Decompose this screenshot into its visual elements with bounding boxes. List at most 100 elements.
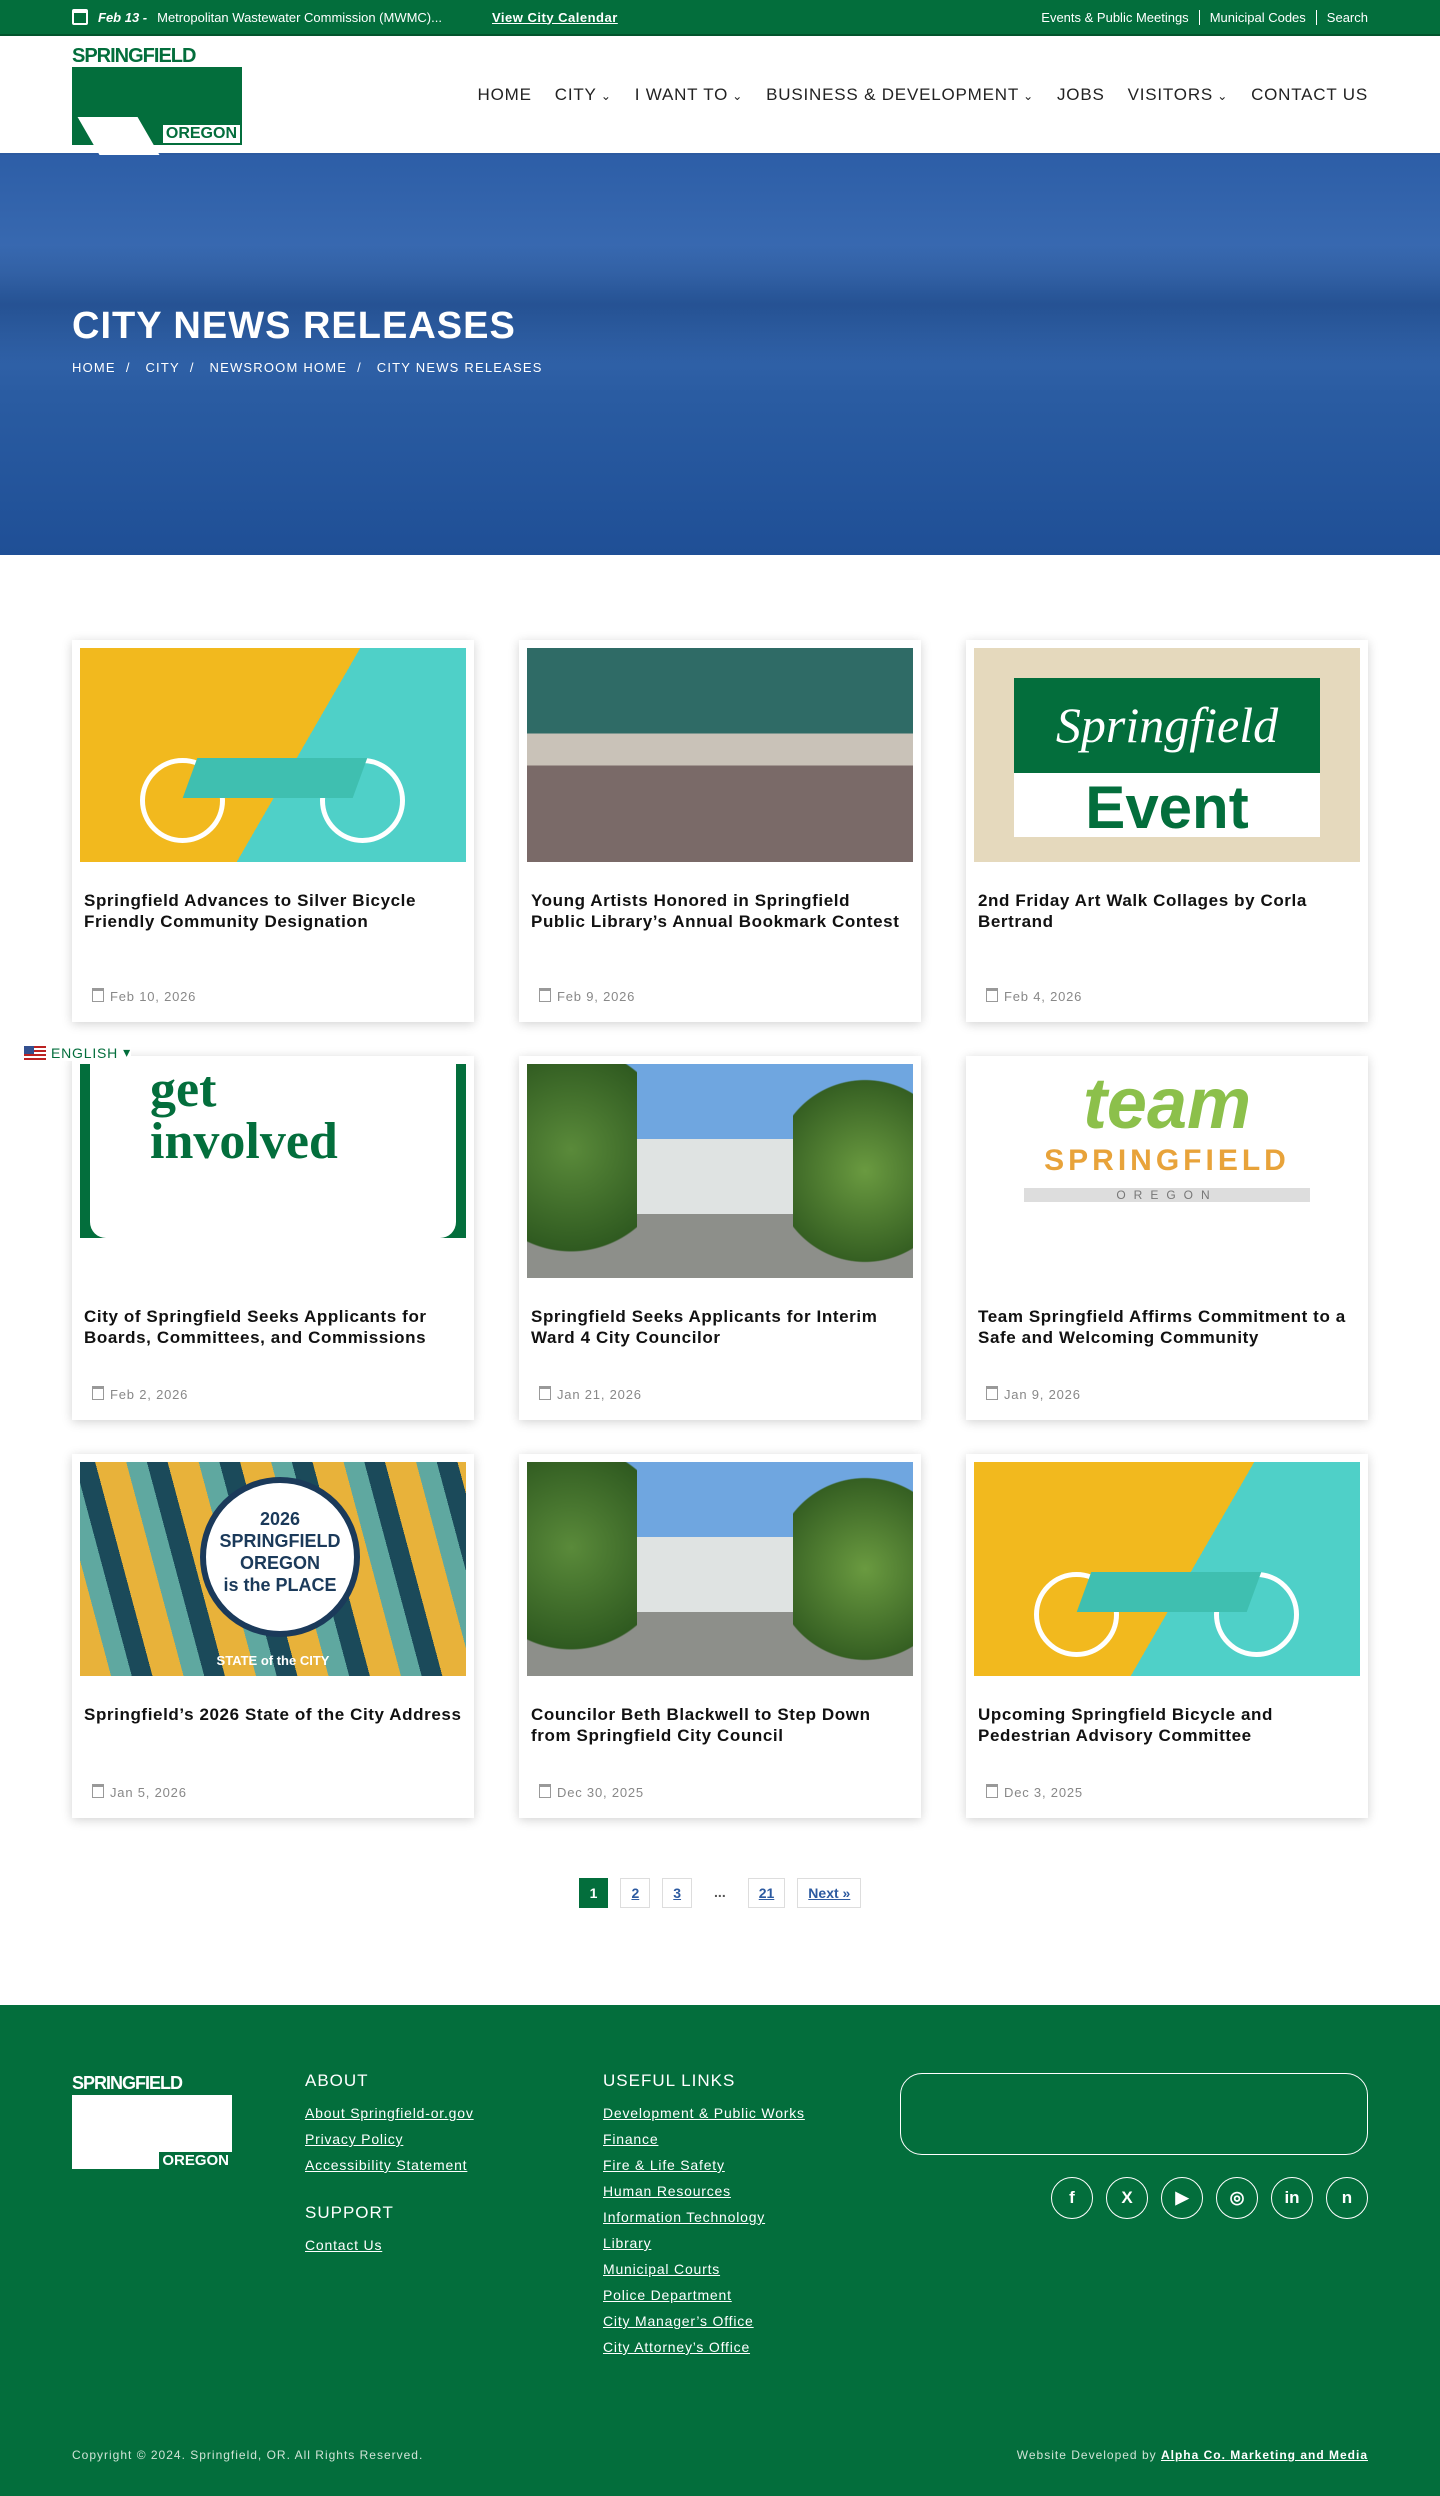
calendar-icon: [72, 9, 88, 25]
news-card-title[interactable]: Young Artists Honored in Springfield Pub…: [531, 890, 909, 932]
nav-i-want-to[interactable]: I WANT TO: [635, 85, 743, 105]
crumb-newsroom[interactable]: NEWSROOM HOME: [209, 360, 347, 375]
footer-link[interactable]: City Manager’s Office: [603, 2313, 805, 2329]
news-card-date: Jan 9, 2026: [986, 1386, 1081, 1402]
page-title: CITY NEWS RELEASES: [72, 305, 516, 347]
municipal-codes-link[interactable]: Municipal Codes: [1198, 9, 1316, 25]
news-card-image[interactable]: [527, 648, 913, 862]
view-calendar-link[interactable]: View City Calendar: [492, 10, 618, 25]
footer-link[interactable]: Police Department: [603, 2287, 805, 2303]
crumb-city[interactable]: CITY: [145, 360, 179, 375]
news-card-date: Feb 10, 2026: [92, 988, 196, 1004]
news-card[interactable]: 2026 SPRINGFIELD OREGON is the PLACE STATE o…: [72, 1454, 474, 1818]
developer-credit: Website Developed by Alpha Co. Marketing…: [1016, 2448, 1368, 2462]
nav-home[interactable]: HOME: [478, 85, 532, 105]
news-card[interactable]: Springfield Advances to Silver Bicycle F…: [72, 640, 474, 1022]
footer-link[interactable]: Human Resources: [603, 2183, 805, 2199]
footer-link[interactable]: Contact Us: [305, 2237, 474, 2253]
social-links: f X ▶ ◎ in n: [1051, 2177, 1368, 2219]
top-bar: Feb 13 - Metropolitan Wastewater Commiss…: [0, 0, 1440, 36]
hero-banner: CITY NEWS RELEASES HOME / CITY / NEWSROOM …: [0, 155, 1440, 555]
footer-link[interactable]: Information Technology: [603, 2209, 805, 2225]
site-header: SPRINGFIELD OREGON HOME CITY I WANT TO B…: [0, 36, 1440, 167]
news-card-image[interactable]: team SPRINGFIELD OREGON: [974, 1064, 1360, 1278]
footer-link[interactable]: Finance: [603, 2131, 805, 2147]
events-link[interactable]: Events & Public Meetings: [1031, 10, 1198, 25]
support-heading: SUPPORT: [305, 2203, 394, 2222]
news-card-date: Dec 30, 2025: [539, 1784, 644, 1800]
event-date: Feb 13 -: [98, 9, 148, 25]
news-card[interactable]: Springfield Event 2nd Friday Art Walk Coll…: [966, 640, 1368, 1022]
news-card-image[interactable]: get involved: [80, 1064, 466, 1278]
news-card-title[interactable]: Springfield Advances to Silver Bicycle F…: [84, 890, 462, 932]
copyright: Copyright © 2024. Springfield, OR. All R…: [72, 2448, 424, 2462]
news-card-image[interactable]: [527, 1064, 913, 1278]
news-card[interactable]: Upcoming Springfield Bicycle and Pedestr…: [966, 1454, 1368, 1818]
news-card-image[interactable]: [527, 1462, 913, 1676]
footer-logo[interactable]: SPRINGFIELD OREGON: [72, 2073, 232, 2169]
us-flag-icon: [24, 1045, 46, 1060]
news-card-image[interactable]: 2026 SPRINGFIELD OREGON is the PLACE STATE o…: [80, 1462, 466, 1676]
footer-link[interactable]: About Springfield-or.gov: [305, 2105, 474, 2121]
news-card-title[interactable]: Team Springfield Affirms Commitment to a…: [978, 1306, 1356, 1348]
language-selector[interactable]: ENGLISH ▾: [24, 1044, 131, 1061]
news-card-date: Feb 4, 2026: [986, 988, 1082, 1004]
news-card-title[interactable]: Springfield’s 2026 State of the City Add…: [84, 1704, 462, 1725]
useful-links-heading: USEFUL LINKS: [603, 2071, 736, 2090]
springfield-logo[interactable]: SPRINGFIELD OREGON: [72, 45, 242, 167]
language-label: ENGLISH: [51, 1044, 119, 1061]
page-current[interactable]: 1: [578, 1878, 609, 1908]
news-card-title[interactable]: City of Springfield Seeks Applicants for…: [84, 1306, 462, 1348]
footer-link[interactable]: Municipal Courts: [603, 2261, 805, 2277]
page-last[interactable]: 21: [747, 1878, 786, 1908]
news-card-title[interactable]: Springfield Seeks Applicants for Interim…: [531, 1306, 909, 1348]
news-card[interactable]: Councilor Beth Blackwell to Step Down fr…: [519, 1454, 921, 1818]
nav-contact[interactable]: CONTACT US: [1251, 85, 1368, 105]
footer: SPRINGFIELD OREGON ABOUT About Springfiel…: [0, 2005, 1440, 2496]
news-card[interactable]: get involved City of Springfield Seeks App…: [72, 1056, 474, 1420]
footer-link[interactable]: Privacy Policy: [305, 2131, 474, 2147]
footer-link[interactable]: Development & Public Works: [603, 2105, 805, 2121]
page-2[interactable]: 2: [620, 1878, 651, 1908]
footer-link[interactable]: Fire & Life Safety: [603, 2157, 805, 2173]
x-icon[interactable]: X: [1106, 2177, 1148, 2219]
linkedin-icon[interactable]: in: [1271, 2177, 1313, 2219]
news-card-date: Feb 9, 2026: [539, 988, 635, 1004]
news-card-date: Jan 5, 2026: [92, 1784, 187, 1800]
youtube-icon[interactable]: ▶: [1161, 2177, 1203, 2219]
main-nav: HOME CITY I WANT TO BUSINESS & DEVELOPME…: [478, 85, 1368, 105]
news-card-title[interactable]: Councilor Beth Blackwell to Step Down fr…: [531, 1704, 909, 1746]
search-link[interactable]: Search: [1315, 9, 1368, 25]
nav-business[interactable]: BUSINESS & DEVELOPMENT: [766, 85, 1034, 105]
footer-link[interactable]: Library: [603, 2235, 805, 2251]
footer-link[interactable]: City Attorney’s Office: [603, 2339, 805, 2355]
news-card-date: Dec 3, 2025: [986, 1784, 1083, 1800]
footer-link[interactable]: Accessibility Statement: [305, 2157, 474, 2173]
event-title[interactable]: Metropolitan Wastewater Commission (MWMC…: [157, 10, 442, 25]
breadcrumb: HOME / CITY / NEWSROOM HOME / CITY NEWS REL…: [72, 360, 543, 375]
crumb-home[interactable]: HOME: [72, 360, 116, 375]
nextdoor-icon[interactable]: n: [1326, 2177, 1368, 2219]
nav-visitors[interactable]: VISITORS: [1128, 85, 1228, 105]
pagination: 1 2 3 ... 21 Next »: [0, 1878, 1440, 1908]
facebook-icon[interactable]: f: [1051, 2177, 1093, 2219]
page-3[interactable]: 3: [662, 1878, 693, 1908]
footer-search-box[interactable]: [900, 2073, 1368, 2155]
news-card-image[interactable]: [80, 648, 466, 862]
instagram-icon[interactable]: ◎: [1216, 2177, 1258, 2219]
next-page[interactable]: Next »: [797, 1878, 862, 1908]
crumb-current: CITY NEWS RELEASES: [376, 360, 543, 375]
developer-link[interactable]: Alpha Co. Marketing and Media: [1161, 2448, 1368, 2462]
news-card[interactable]: Young Artists Honored in Springfield Pub…: [519, 640, 921, 1022]
nav-city[interactable]: CITY: [555, 85, 612, 105]
news-card-date: Jan 21, 2026: [539, 1386, 642, 1402]
news-card[interactable]: Springfield Seeks Applicants for Interim…: [519, 1056, 921, 1420]
news-card-title[interactable]: Upcoming Springfield Bicycle and Pedestr…: [978, 1704, 1356, 1746]
news-card[interactable]: team SPRINGFIELD OREGON Team Springfield Af…: [966, 1056, 1368, 1420]
news-card-image[interactable]: [974, 1462, 1360, 1676]
news-grid: Springfield Advances to Silver Bicycle F…: [72, 640, 1368, 1818]
news-card-image[interactable]: Springfield Event: [974, 648, 1360, 862]
nav-jobs[interactable]: JOBS: [1057, 85, 1105, 105]
news-card-title[interactable]: 2nd Friday Art Walk Collages by Corla Be…: [978, 890, 1356, 932]
news-card-date: Feb 2, 2026: [92, 1386, 188, 1402]
